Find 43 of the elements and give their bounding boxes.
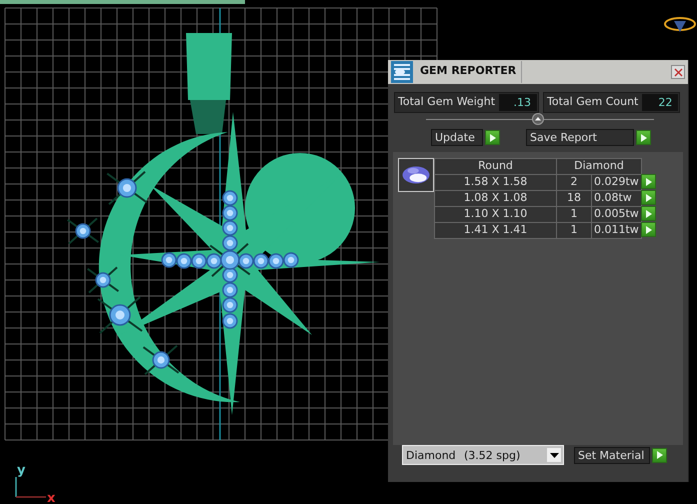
action-label: Set Material [574,446,650,464]
logo-icon [664,17,696,32]
material-dropdown[interactable]: Diamond (3.52 spg) [402,445,564,465]
table-cell: 1 [556,222,592,240]
axis-gizmo-drawing [15,477,46,498]
table-cell: 0.005tw [591,206,642,224]
total-value: .13 [499,94,538,111]
row-select-button[interactable] [641,190,656,206]
table-cell: 0.08tw [591,190,642,208]
table-cell: 2 [556,174,592,192]
table-cell: 1 [556,206,592,224]
report-icon [391,60,413,83]
row-select-button[interactable] [641,174,656,190]
row-select-button[interactable] [641,206,656,222]
column-header: Diamond [556,158,642,176]
play-icon [490,134,496,142]
gem-thumbnail-icon [398,158,434,192]
collapse-handle-icon[interactable] [532,113,544,126]
action-label: Update [431,129,483,146]
table-cell: 1.08 X 1.08 [434,190,557,208]
total-label: Total Gem Weight [397,94,496,110]
dropdown-arrow-icon [550,452,558,458]
table-cell: 1.10 X 1.10 [434,206,557,224]
axis-y-label: y [17,463,26,478]
table-cell: 0.029tw [591,174,642,192]
play-icon [640,134,646,142]
total-label: Total Gem Count [546,94,640,110]
action-label: Save Report [526,129,634,146]
run-button[interactable] [636,130,651,146]
run-button[interactable] [485,130,500,146]
run-button[interactable] [652,448,667,462]
panel-title: GEM REPORTER [420,64,516,77]
axis-x-label: x [47,491,56,504]
table-cell: 1.41 X 1.41 [434,222,557,240]
close-icon [674,68,682,76]
column-header: Round [434,158,557,176]
table-cell: 0.011tw [591,222,642,240]
total-value: 22 [642,94,678,111]
row-select-button[interactable] [641,222,656,238]
table-cell: 18 [556,190,592,208]
close-button[interactable] [671,65,685,79]
play-icon [656,451,662,459]
table-cell: 1.58 X 1.58 [434,174,557,192]
